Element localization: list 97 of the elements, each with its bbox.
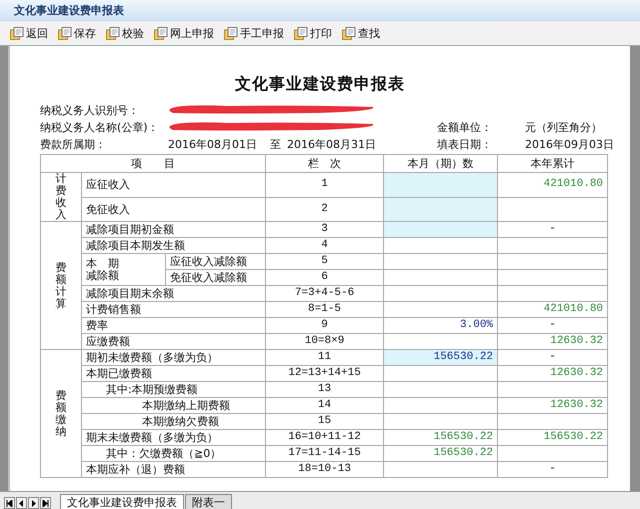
table-cell: 421010.80 — [498, 302, 608, 318]
table-cell: 减除项目期初金额 — [82, 222, 266, 238]
table-cell: 免征收入 — [82, 197, 266, 222]
table-cell: - — [498, 350, 608, 366]
document-icon — [10, 26, 24, 40]
table-cell: 其中:本期预缴费额 — [82, 382, 266, 398]
right-triangle-icon — [30, 500, 37, 506]
table-cell[interactable] — [384, 222, 498, 238]
table-cell: 5 — [266, 254, 384, 270]
table-cell: 3 — [266, 222, 384, 238]
table-cell[interactable] — [384, 172, 498, 198]
last-icon — [42, 500, 49, 506]
sheet-tab[interactable]: 文化事业建设费申报表 — [60, 494, 184, 509]
table-cell: 本期缴纳上期费额 — [82, 398, 266, 414]
table-cell: 156530.22 — [498, 430, 608, 446]
table-cell: 421010.80 — [498, 172, 608, 198]
table-cell: 10=8×9 — [266, 334, 384, 350]
table-cell: 减除项目本期发生额 — [82, 238, 266, 254]
table-cell: 12=13+14+15 — [266, 366, 384, 382]
table-cell: 免征收入减除额 — [166, 270, 266, 286]
field-label: 金额单位： — [437, 120, 493, 135]
column-header: 本年累计 — [498, 154, 608, 172]
last-sheet-button[interactable] — [40, 497, 51, 509]
table-cell: 17=11-14-15 — [266, 446, 384, 462]
table-cell: 应征收入 — [82, 172, 266, 198]
next-sheet-button[interactable] — [28, 497, 39, 509]
first-sheet-button[interactable] — [4, 497, 15, 509]
table-cell: 156530.22 — [384, 446, 498, 462]
table-cell: 156530.22 — [384, 430, 498, 446]
table-cell: 2 — [266, 197, 384, 222]
sheet-tab[interactable]: 附表一 — [185, 494, 232, 509]
table-cell: 本期缴纳欠费额 — [82, 414, 266, 430]
table-cell: 期末未缴费额（多缴为负） — [82, 430, 266, 446]
table-cell: 4 — [266, 238, 384, 254]
column-header: 本月（期）数 — [384, 154, 498, 172]
table-cell: 费率 — [82, 318, 266, 334]
field-value: 2016年09月03日 — [525, 137, 615, 152]
toolbar-button[interactable]: 手工申报 — [222, 24, 286, 42]
toolbar-button[interactable]: 打印 — [292, 24, 334, 42]
group-label: 计费收入 — [40, 172, 82, 222]
table-cell: 减除项目期末余额 — [82, 286, 266, 302]
toolbar-button[interactable]: 返回 — [8, 24, 50, 42]
table-cell: - — [498, 318, 608, 334]
table-cell: 15 — [266, 414, 384, 430]
field-label: 纳税义务人识别号： — [40, 103, 140, 118]
document-icon — [154, 26, 168, 40]
table-cell: 16=10+11-12 — [266, 430, 384, 446]
field-label: 填表日期： — [437, 137, 493, 152]
left-triangle-icon — [18, 500, 25, 506]
group-label: 费额计算 — [40, 222, 82, 350]
table-cell: 156530.22 — [384, 350, 498, 366]
form-title: 文化事业建设费申报表 — [234, 74, 406, 95]
table-cell: 3.00% — [384, 318, 498, 334]
table-cell: 本 期减除额 — [82, 254, 166, 286]
table-cell: 应缴费额 — [82, 334, 266, 350]
table-cell: 8=1-5 — [266, 302, 384, 318]
toolbar-button[interactable]: 校验 — [104, 24, 146, 42]
field-label: 至 — [270, 137, 282, 152]
table-cell: 13 — [266, 382, 384, 398]
table-cell: 本期已缴费额 — [82, 366, 266, 382]
document-icon — [58, 26, 72, 40]
field-value: 元（列至角分） — [525, 120, 603, 135]
column-header: 项 目 — [40, 154, 266, 172]
table-cell: 12630.32 — [498, 398, 608, 414]
table-cell: 7=3+4-5-6 — [266, 286, 384, 302]
table-cell: 14 — [266, 398, 384, 414]
table-cell: 本期应补（退）费额 — [82, 462, 266, 478]
table-cell: 计费销售额 — [82, 302, 266, 318]
field-label: 费款所属期： — [40, 137, 107, 152]
table-cell: - — [498, 222, 608, 238]
field-value: 2016年08月01日 — [168, 137, 258, 152]
first-icon — [6, 500, 13, 506]
group-label: 费额缴纳 — [40, 350, 82, 478]
table-cell: 9 — [266, 318, 384, 334]
document-icon — [294, 26, 308, 40]
table-cell: 11 — [266, 350, 384, 366]
document-icon — [224, 26, 238, 40]
table-cell: 1 — [266, 172, 384, 198]
table-cell: 12630.32 — [498, 366, 608, 382]
toolbar-button[interactable]: 网上申报 — [152, 24, 216, 42]
document-icon — [106, 26, 120, 40]
table-cell: 应征收入减除额 — [166, 254, 266, 270]
toolbar-button[interactable]: 保存 — [56, 24, 98, 42]
table-cell: 期初未缴费额（多缴为负） — [82, 350, 266, 366]
table-cell: 18=10-13 — [266, 462, 384, 478]
table-cell: - — [498, 462, 608, 478]
table-cell: 其中：欠缴费额（≧0） — [82, 446, 266, 462]
toolbar-button[interactable]: 查找 — [340, 24, 382, 42]
previous-sheet-button[interactable] — [16, 497, 27, 509]
table-cell: 6 — [266, 270, 384, 286]
window-title: 文化事业建设费申报表 — [14, 2, 124, 18]
table-cell: 12630.32 — [498, 334, 608, 350]
column-header: 栏 次 — [266, 154, 384, 172]
document-icon — [342, 26, 356, 40]
field-value: 2016年08月31日 — [287, 137, 377, 152]
table-cell[interactable] — [384, 197, 498, 222]
field-label: 纳税义务人名称(公章)： — [40, 120, 160, 135]
